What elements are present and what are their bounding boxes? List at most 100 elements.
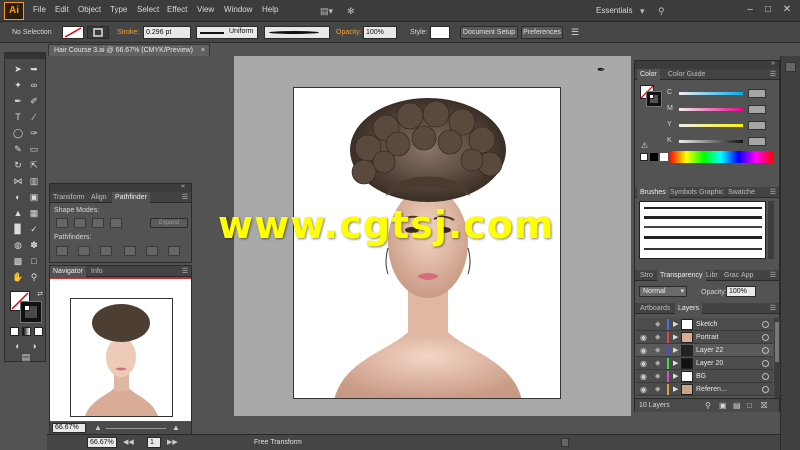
lock-icon[interactable]: ◆ — [655, 385, 660, 393]
white-swatch[interactable] — [660, 153, 668, 161]
panel-menu-icon[interactable]: ☰ — [770, 70, 776, 78]
tab-info[interactable]: Info — [88, 266, 106, 277]
layer-name[interactable]: Referen... — [696, 386, 727, 393]
brush-item[interactable] — [644, 216, 762, 219]
color-spectrum[interactable] — [669, 151, 773, 163]
tab-align[interactable]: Align — [88, 192, 110, 203]
zoom-slider[interactable] — [106, 428, 166, 429]
horizontal-scroll-thumb[interactable] — [561, 438, 569, 447]
lock-icon[interactable]: ◆ — [655, 359, 660, 367]
menu-object[interactable]: Object — [78, 5, 101, 14]
tab-transform[interactable]: Transform — [50, 192, 88, 203]
menu-help[interactable]: Help — [262, 5, 278, 14]
panel-header[interactable]: « — [50, 183, 191, 192]
line-segment-tool-icon[interactable]: ∕ — [27, 111, 41, 123]
minimize-icon[interactable]: – — [742, 3, 758, 17]
layer-name[interactable]: Portrait — [696, 334, 719, 341]
channel-c-field[interactable] — [748, 89, 766, 98]
layer-row[interactable]: ◉ ◆ ▶ Layer 20 — [636, 357, 773, 370]
close-icon[interactable]: ✕ — [779, 3, 795, 17]
gradient-mode-icon[interactable] — [22, 327, 31, 336]
workspace-switcher[interactable]: Essentials — [596, 6, 632, 15]
preferences-button[interactable]: Preferences — [521, 26, 563, 39]
new-layer-icon[interactable]: □ — [747, 401, 752, 410]
panel-menu-icon[interactable]: ☰ — [182, 267, 188, 275]
column-graph-tool-icon[interactable]: ▩ — [11, 255, 25, 267]
layer-name[interactable]: Layer 22 — [696, 347, 723, 354]
gradient-tool-icon[interactable]: ▉ — [11, 223, 25, 235]
paintbrush-tool-icon[interactable]: ✑ — [27, 127, 41, 139]
tab-swatches[interactable]: Swatche — [725, 187, 758, 198]
brush-scrollbar[interactable] — [768, 201, 774, 259]
expand-button[interactable]: Expand — [150, 218, 188, 228]
brush-definition[interactable] — [264, 26, 330, 39]
arrange-documents-icon[interactable]: ▤▾ — [320, 5, 333, 17]
tab-color[interactable]: Color — [637, 69, 660, 80]
stroke-swatch[interactable] — [87, 26, 109, 39]
layer-name[interactable]: Layer 20 — [696, 360, 723, 367]
graphic-style-swatch[interactable] — [430, 26, 450, 39]
tab-artboards[interactable]: Artboards — [637, 303, 673, 314]
exclude-icon[interactable] — [110, 218, 122, 228]
blend-mode-select[interactable]: Normal ▾ — [639, 286, 687, 297]
zoom-tool-icon[interactable]: ⚲ — [27, 271, 41, 283]
zoom-out-icon[interactable]: ▲ — [94, 423, 102, 432]
expand-arrow-icon[interactable]: ▶ — [673, 385, 678, 393]
layer-target-icon[interactable] — [762, 321, 769, 328]
brush-library[interactable] — [639, 201, 766, 259]
artboard-number-field[interactable]: 1 — [147, 437, 161, 448]
lock-icon[interactable]: ◆ — [655, 346, 660, 354]
shape-builder-tool-icon[interactable]: ◐ — [11, 191, 25, 203]
status-zoom-field[interactable]: 66.67% — [87, 437, 117, 448]
opacity-field[interactable]: 100% — [363, 26, 397, 39]
outline-icon[interactable] — [146, 246, 158, 256]
stroke-weight-field[interactable]: 0.296 pt — [143, 26, 191, 39]
expand-arrow-icon[interactable]: ▶ — [673, 346, 678, 354]
width-tool-icon[interactable]: ⋈ — [11, 175, 25, 187]
out-of-gamut-icon[interactable]: ⚠ — [641, 141, 648, 150]
channel-m-slider[interactable] — [679, 108, 743, 111]
opacity-label[interactable]: Opacity: — [336, 29, 362, 36]
curvature-tool-icon[interactable]: ✐ — [27, 95, 41, 107]
tab-symbols[interactable]: Symbols — [667, 187, 700, 198]
layer-target-icon[interactable] — [762, 373, 769, 380]
symbol-sprayer-tool-icon[interactable]: ✽ — [27, 239, 41, 251]
document-tab[interactable]: Hair Course 3.ai @ 66.67% (CMYK/Preview)… — [48, 44, 210, 56]
swap-fill-stroke-icon[interactable]: ⇄ — [33, 289, 47, 301]
expand-arrow-icon[interactable]: ▶ — [673, 359, 678, 367]
brush-item[interactable] — [644, 248, 762, 250]
lock-icon[interactable]: ◆ — [655, 320, 660, 328]
dock-header[interactable]: » — [635, 60, 779, 69]
navigator-preview[interactable] — [50, 278, 191, 421]
lock-icon[interactable]: ◆ — [655, 372, 660, 380]
close-tab-icon[interactable]: × — [201, 45, 205, 56]
dock-panel-icon[interactable] — [785, 62, 796, 72]
next-artboard-icon[interactable]: ▶▶ — [167, 438, 178, 446]
minus-back-icon[interactable] — [168, 246, 180, 256]
layer-target-icon[interactable] — [762, 386, 769, 393]
mesh-tool-icon[interactable]: ▦ — [27, 207, 41, 219]
hand-tool-icon[interactable]: ✋ — [11, 271, 25, 283]
lasso-tool-icon[interactable]: ∞ — [27, 79, 41, 91]
tab-layers[interactable]: Layers — [675, 303, 703, 314]
minus-front-icon[interactable] — [74, 218, 86, 228]
live-paint-tool-icon[interactable]: ▣ — [27, 191, 41, 203]
layer-row[interactable]: ◉ ◆ ▶ BG — [636, 370, 773, 383]
panel-menu-icon[interactable]: ☰ — [770, 188, 776, 196]
type-tool-icon[interactable]: T — [11, 111, 25, 123]
color-stroke-swatch[interactable] — [646, 91, 662, 107]
search-icon[interactable]: ⚲ — [658, 5, 665, 17]
eye-icon[interactable]: ◉ — [640, 346, 647, 355]
eraser-tool-icon[interactable]: ▭ — [27, 143, 41, 155]
collapse-icon[interactable]: » — [771, 60, 775, 67]
channel-c-slider[interactable] — [679, 92, 743, 95]
tab-navigator[interactable]: Navigator — [50, 266, 86, 277]
new-sublayer-icon[interactable]: ▤ — [733, 401, 741, 410]
eyedropper-tool-icon[interactable]: ✓ — [27, 223, 41, 235]
pencil-tool-icon[interactable]: ✎ — [11, 143, 25, 155]
tab-brushes[interactable]: Brushes — [637, 187, 669, 198]
eye-icon[interactable]: ◉ — [640, 333, 647, 342]
variable-width-profile[interactable]: Uniform — [196, 26, 258, 39]
maximize-icon[interactable]: □ — [760, 3, 776, 17]
expand-arrow-icon[interactable]: ▶ — [673, 372, 678, 380]
